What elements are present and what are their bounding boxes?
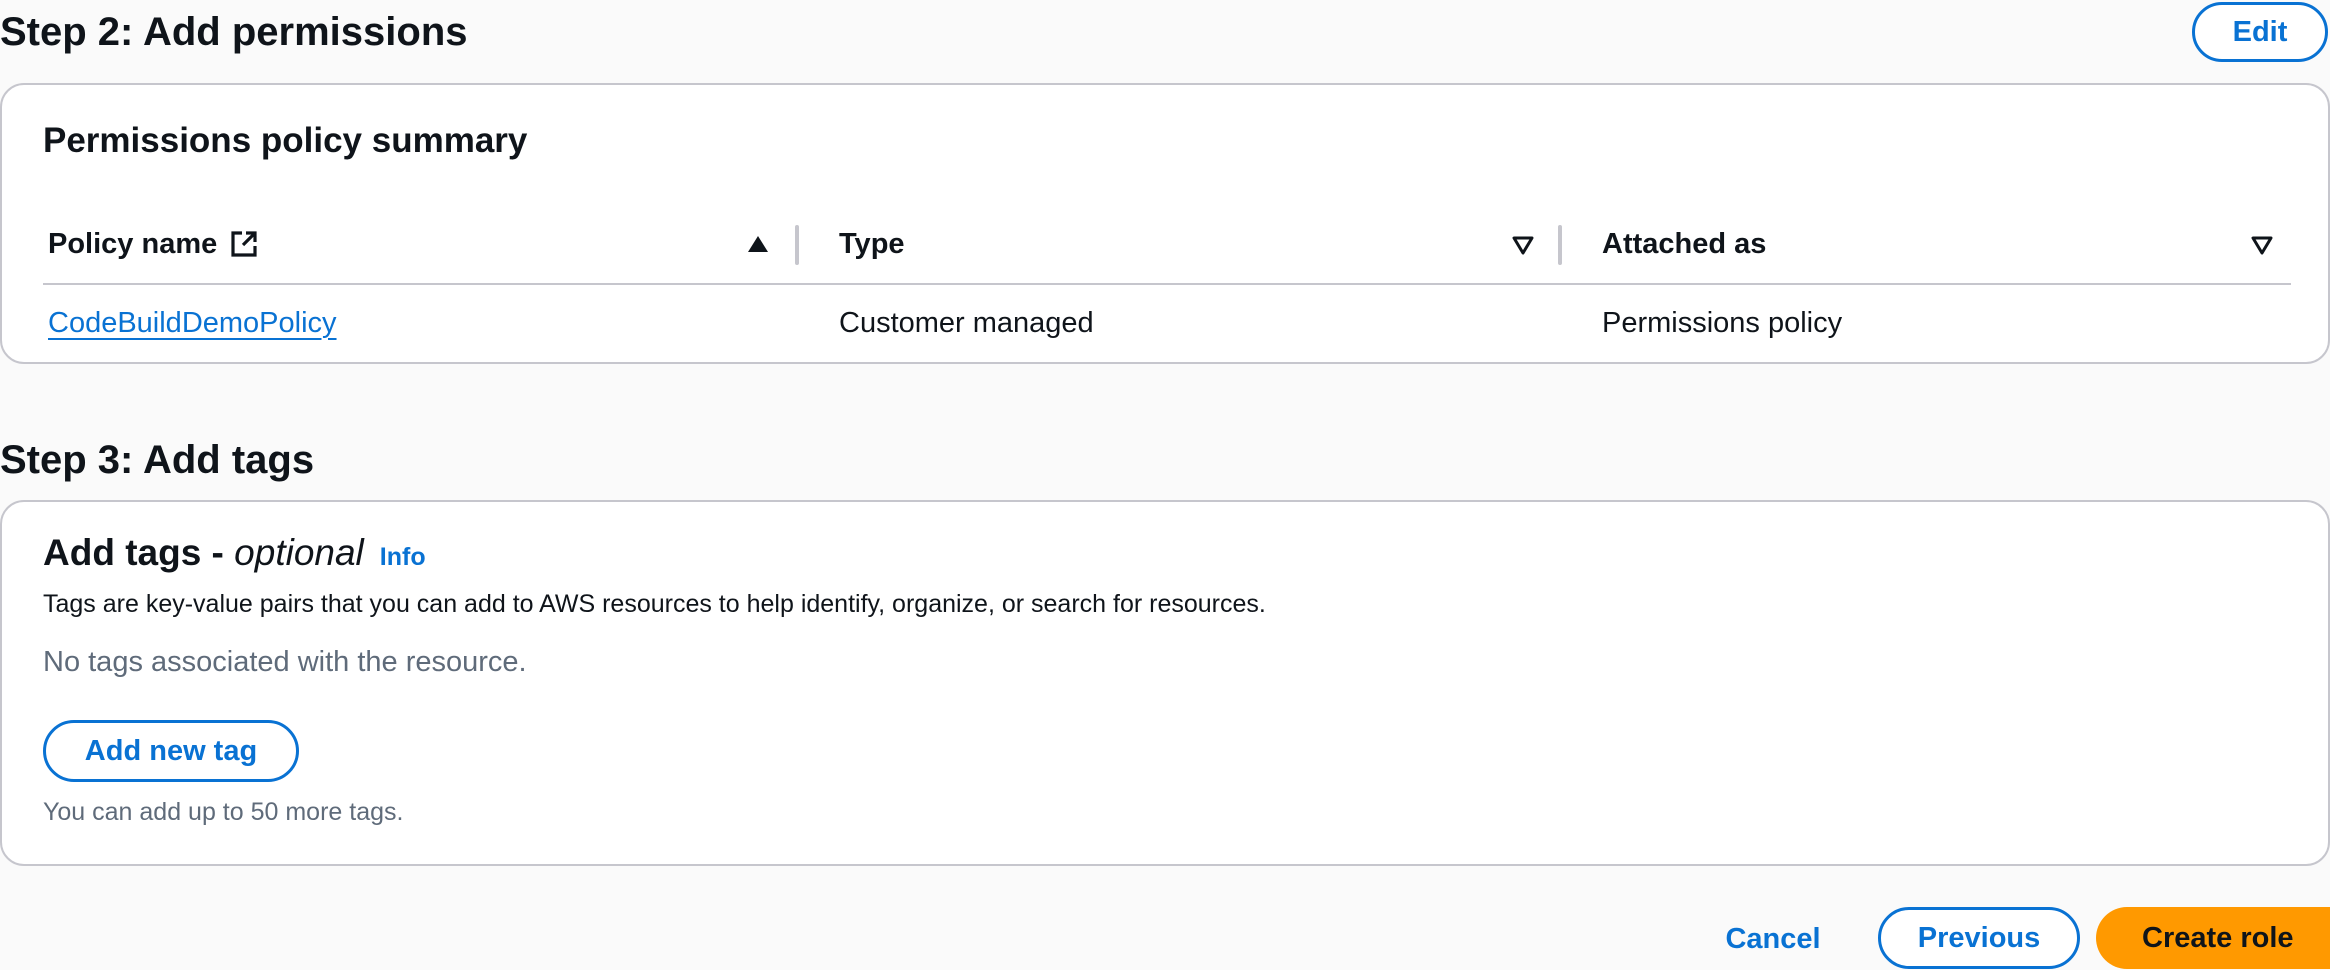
tags-limit-text: You can add up to 50 more tags. (43, 798, 404, 826)
empty-tags-text: No tags associated with the resource. (43, 646, 527, 678)
column-divider[interactable] (795, 225, 799, 265)
column-divider[interactable] (1558, 225, 1562, 265)
add-tags-container: Add tags - optional Info Tags are key-va… (0, 500, 2330, 866)
sort-icon[interactable] (2250, 233, 2274, 257)
cell-attached-as: Permissions policy (1602, 306, 1843, 339)
optional-label: optional (234, 532, 364, 573)
create-role-button[interactable]: Create role (2096, 907, 2330, 969)
permissions-summary-container: Permissions policy summary Policy name T… (0, 83, 2330, 364)
add-tags-title: Add tags - optional (43, 532, 364, 574)
table-row: CodeBuildDemoPolicy Customer managed Per… (43, 283, 2291, 363)
sort-icon[interactable] (1511, 233, 1535, 257)
edit-button[interactable]: Edit (2192, 2, 2328, 62)
add-tags-heading: Add tags - optional Info (43, 532, 426, 574)
step3-header: Step 3: Add tags (0, 428, 2330, 498)
step3-title: Step 3: Add tags (0, 438, 315, 482)
column-header-attached-as[interactable]: Attached as (1602, 205, 2242, 283)
step2-title: Step 2: Add permissions (0, 10, 468, 54)
column-label: Type (839, 227, 905, 260)
cell-type: Customer managed (839, 306, 1094, 339)
column-label: Attached as (1602, 227, 1767, 260)
cancel-button[interactable]: Cancel (1708, 910, 1838, 968)
column-label: Policy name (48, 227, 218, 260)
previous-button[interactable]: Previous (1878, 907, 2080, 969)
add-tags-title-text: Add tags - (43, 532, 235, 573)
cell-policy-name: CodeBuildDemoPolicy (48, 283, 337, 363)
tags-description: Tags are key-value pairs that you can ad… (43, 590, 1266, 618)
external-link-icon[interactable] (229, 229, 259, 259)
sort-ascending-icon[interactable] (746, 232, 770, 256)
permissions-summary-title: Permissions policy summary (43, 121, 528, 160)
column-header-type[interactable]: Type (839, 205, 1539, 283)
policy-table-header: Policy name Type Attached as (43, 205, 2291, 285)
info-link[interactable]: Info (380, 543, 426, 572)
step2-header: Step 2: Add permissions Edit (0, 0, 2330, 70)
column-header-policy-name[interactable]: Policy name (48, 205, 768, 283)
add-new-tag-button[interactable]: Add new tag (43, 720, 299, 782)
policy-name-link[interactable]: CodeBuildDemoPolicy (48, 307, 337, 340)
